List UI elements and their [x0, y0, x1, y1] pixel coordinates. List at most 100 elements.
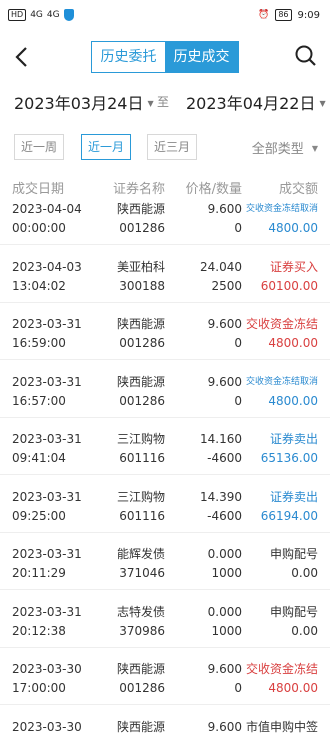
trade-type: 交收资金冻结	[245, 317, 318, 331]
trade-quantity: -4600	[207, 451, 242, 465]
trade-time: 09:41:04	[12, 451, 66, 465]
table-row[interactable]: 2023-03-31 20:11:29 能辉发债 371046 0.000 1000 申购配…	[0, 527, 330, 590]
tab-history-orders[interactable]: 历史委托	[92, 42, 165, 72]
security-code: 601116	[119, 451, 165, 465]
security-name: 能辉发债	[116, 547, 165, 561]
alarm-icon: ⏰	[258, 10, 270, 20]
table-row[interactable]: 2023-04-03 13:04:02 美亚柏科 300188 24.040 2500 证券…	[0, 240, 330, 303]
security-name: 陕西能源	[116, 719, 165, 733]
chevron-down-icon: ▼	[311, 144, 318, 153]
trade-quantity: -4600	[207, 508, 242, 523]
start-date: 2023年03月24日	[14, 94, 144, 113]
trade-price: 9.600	[207, 317, 242, 331]
security-code: 001286	[119, 336, 165, 350]
chevron-down-icon: ▼	[147, 99, 154, 108]
header-amount: 成交额	[278, 182, 318, 197]
end-date: 2023年04月22日	[186, 94, 316, 113]
table-row[interactable]: 2023-03-30 17:00:00 陕西能源 001286 9.600 0 交收资金冻结…	[0, 642, 330, 705]
trade-price: 0.000	[207, 604, 242, 619]
security-name: 陕西能源	[116, 662, 165, 676]
trade-date: 2023-03-30	[12, 662, 82, 676]
security-code: 001286	[119, 221, 165, 235]
header-name: 证券名称	[112, 182, 165, 197]
trade-date: 2023-03-31	[12, 374, 82, 389]
security-name: 三江购物	[116, 432, 165, 446]
trade-amount: 0.00	[291, 623, 318, 638]
trade-time: 00:00:00	[12, 221, 66, 235]
trade-date: 2023-03-31	[12, 317, 82, 331]
table-header: 成交日期 证券名称 价格/数量 成交额	[0, 178, 330, 198]
trade-type: 交收资金冻结取消	[245, 376, 318, 387]
security-code: 601116	[119, 508, 165, 523]
security-name: 陕西能源	[116, 374, 165, 389]
security-code: 001286	[119, 393, 165, 408]
trade-price: 0.000	[207, 547, 242, 561]
filter-month[interactable]: 近一月	[81, 134, 132, 160]
trade-price: 24.040	[200, 259, 242, 274]
period-filters: 近一周 近一月 近三月 全部类型 ▼	[0, 134, 330, 160]
type-select[interactable]: 全部类型 ▼	[252, 138, 318, 157]
search-icon[interactable]	[294, 44, 318, 68]
signal-icon: 4G	[30, 10, 43, 20]
trade-amount: 4800.00	[268, 336, 318, 350]
trade-date: 2023-03-30	[12, 719, 82, 733]
table-row[interactable]: 2023-04-04 00:00:00 陕西能源 001286 9.600 0 交收资金冻结…	[0, 200, 330, 245]
trade-time: 16:57:00	[12, 393, 66, 408]
header-price-qty: 价格/数量	[185, 182, 242, 197]
trade-price: 14.160	[200, 432, 242, 446]
table-row[interactable]: 2023-03-3000:00:00陕西能源0012869.600500市值申购…	[0, 700, 330, 733]
trade-type: 申购配号	[269, 547, 318, 561]
back-arrow-icon[interactable]	[10, 44, 36, 70]
trade-quantity: 0	[234, 681, 242, 695]
end-date-picker[interactable]: 2023年04月22日 ▼	[186, 90, 326, 114]
trade-date: 2023-03-31	[12, 547, 82, 561]
security-name: 三江购物	[116, 489, 165, 504]
security-name: 陕西能源	[116, 202, 165, 216]
trade-quantity: 1000	[211, 566, 242, 580]
table-row[interactable]: 2023-03-31 09:25:00 三江购物 601116 14.390 -4600 证…	[0, 470, 330, 533]
trade-price: 9.600	[207, 374, 242, 389]
trade-time: 09:25:00	[12, 508, 66, 523]
trade-list: 2023-04-04 00:00:00 陕西能源 001286 9.600 0 交收资金冻结…	[0, 200, 330, 733]
table-row[interactable]: 2023-03-31 20:12:38 志特发债 370986 0.000 1000 申购配…	[0, 585, 330, 648]
filter-week[interactable]: 近一周	[14, 134, 65, 160]
security-code: 001286	[119, 681, 165, 695]
chevron-down-icon: ▼	[319, 99, 326, 108]
trade-amount: 4800.00	[268, 221, 318, 235]
header-date: 成交日期	[12, 182, 65, 197]
trade-time: 16:59:00	[12, 336, 66, 350]
trade-time: 20:11:29	[12, 566, 66, 580]
security-name: 陕西能源	[116, 317, 165, 331]
trade-price: 9.600	[207, 719, 242, 733]
start-date-picker[interactable]: 2023年03月24日 ▼	[14, 90, 154, 114]
tab-history-trades[interactable]: 历史成交	[165, 42, 238, 72]
table-row[interactable]: 2023-03-31 16:57:00 陕西能源 001286 9.600 0 交收资金冻结…	[0, 355, 330, 418]
trade-quantity: 0	[234, 221, 242, 235]
type-select-label: 全部类型	[251, 142, 304, 157]
trade-type: 交收资金冻结	[245, 662, 318, 676]
trade-time: 17:00:00	[12, 681, 66, 695]
nav-bar: 历史委托 历史成交	[0, 40, 330, 76]
trade-type: 申购配号	[269, 604, 318, 619]
range-separator: 至	[157, 95, 170, 109]
shield-icon	[63, 9, 74, 21]
security-name: 志特发债	[116, 604, 165, 619]
trade-quantity: 0	[234, 393, 242, 408]
trade-type: 市值申购中签	[245, 719, 318, 733]
trade-type: 交收资金冻结取消	[245, 204, 318, 214]
trade-amount: 65136.00	[260, 451, 318, 465]
trade-type: 证券卖出	[269, 432, 318, 446]
filter-three-months[interactable]: 近三月	[147, 134, 198, 160]
trade-quantity: 1000	[211, 623, 242, 638]
trade-type: 证券买入	[269, 259, 318, 274]
security-name: 美亚柏科	[116, 259, 165, 274]
clock: 9:09	[297, 9, 320, 21]
trade-amount: 4800.00	[268, 681, 318, 695]
trade-amount: 0.00	[291, 566, 318, 580]
trade-price: 14.390	[200, 489, 242, 504]
date-range: 2023年03月24日 ▼ 至 2023年04月22日 ▼	[0, 88, 330, 116]
trade-type: 证券卖出	[269, 489, 318, 504]
table-row[interactable]: 2023-03-31 16:59:00 陕西能源 001286 9.600 0 交收资金冻结…	[0, 297, 330, 360]
table-row[interactable]: 2023-03-31 09:41:04 三江购物 601116 14.160 -4600 证…	[0, 412, 330, 475]
signal-icon-2: 4G	[46, 10, 60, 20]
